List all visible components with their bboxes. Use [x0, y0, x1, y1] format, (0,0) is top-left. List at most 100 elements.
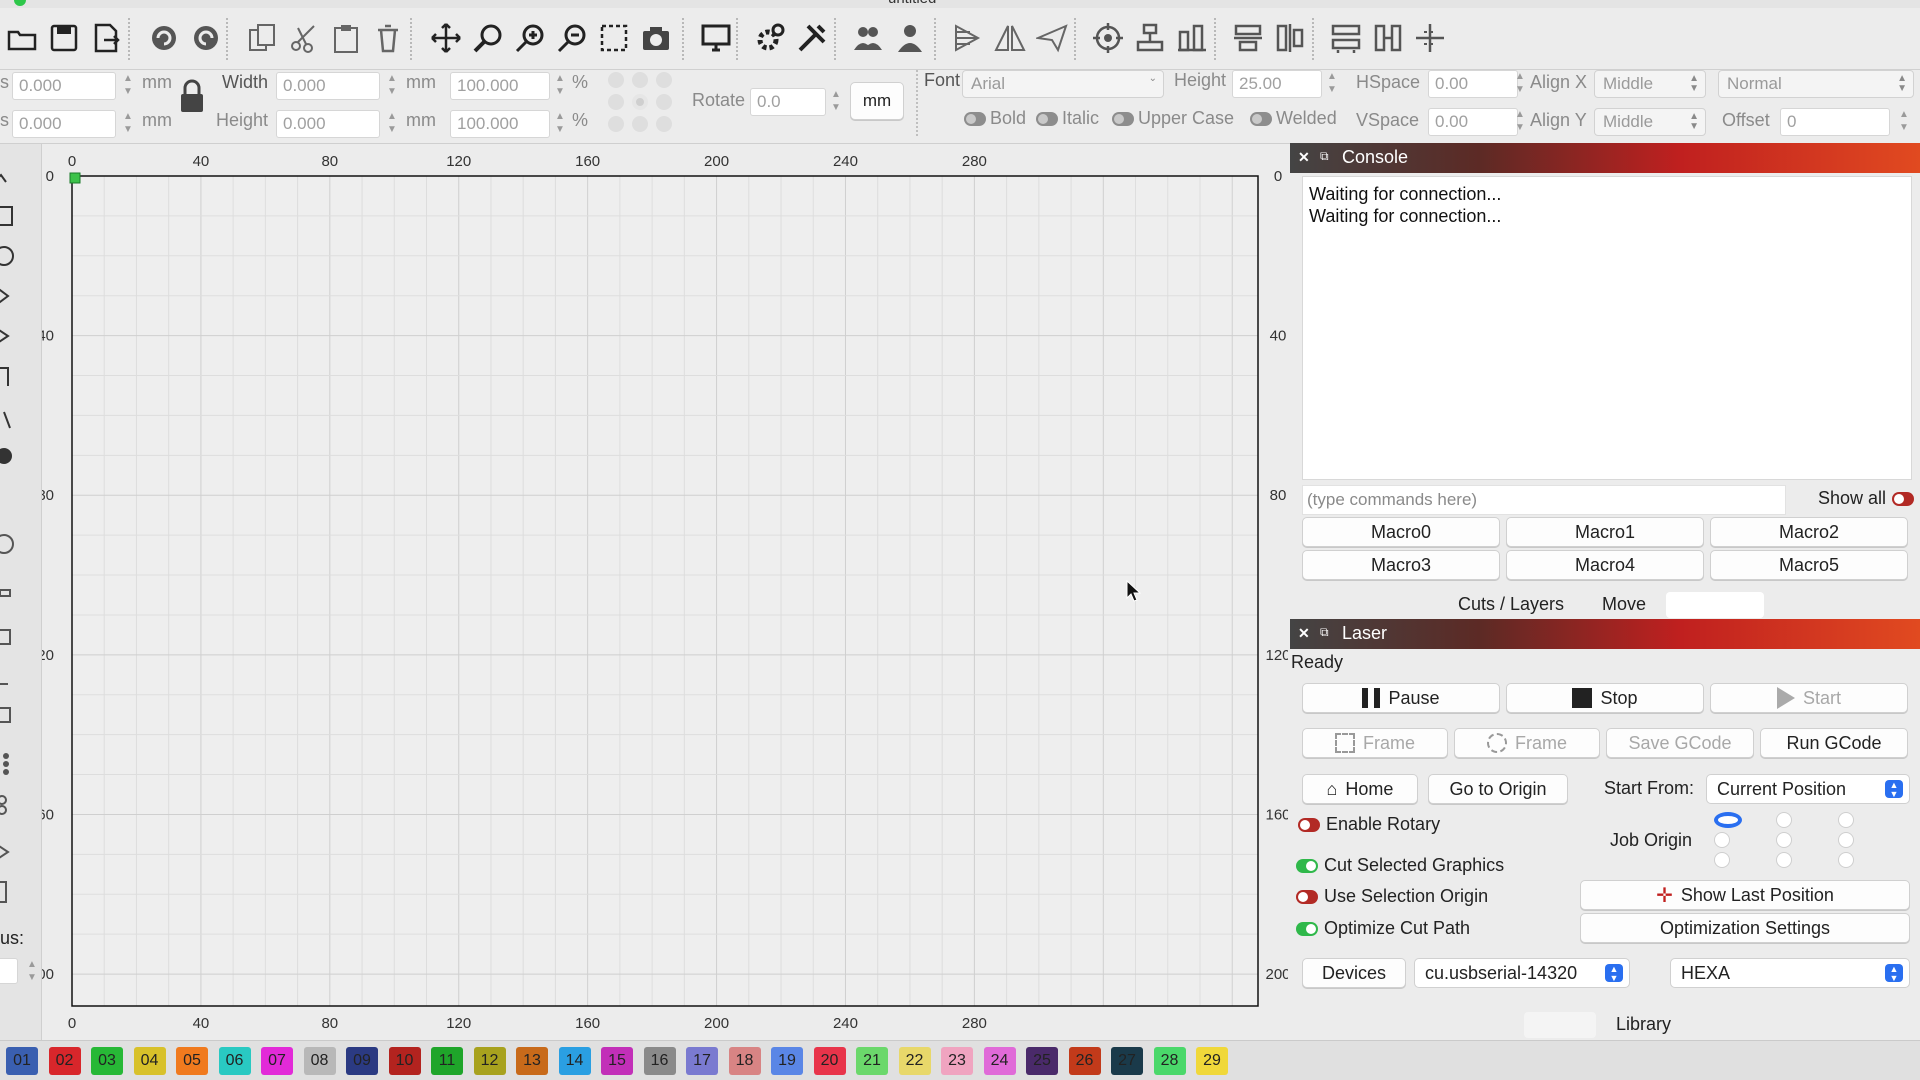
tab-tool-icon[interactable] [0, 792, 16, 816]
show-all-toggle[interactable]: Show all [1818, 488, 1915, 509]
uppercase-toggle[interactable]: Upper Case [1112, 108, 1234, 129]
passes-spinner[interactable]: ▲ ▼ [24, 958, 40, 986]
cut-selected-toggle[interactable]: Cut Selected Graphics [1296, 855, 1504, 876]
start-button[interactable]: Start [1710, 683, 1908, 713]
height-spinner[interactable]: ▲ ▼ [384, 110, 400, 138]
user-icon[interactable] [892, 20, 928, 56]
hspace-input[interactable]: 0.00 [1428, 70, 1518, 98]
move-icon[interactable] [428, 20, 464, 56]
anchor-grid[interactable] [608, 72, 680, 136]
rotate-input[interactable]: 0.0 [750, 88, 826, 116]
layer-color-24[interactable]: 24 [983, 1047, 1016, 1075]
float-icon[interactable]: ⧉ [1320, 149, 1329, 164]
devices-button[interactable]: Devices [1302, 958, 1406, 988]
tab-move[interactable]: Move [1602, 594, 1646, 615]
path-tool-icon[interactable] [0, 324, 16, 348]
units-mm-button[interactable]: mm [850, 82, 904, 120]
layer-color-11[interactable]: 11 [431, 1047, 463, 1075]
circle-outline-icon[interactable] [0, 532, 16, 556]
font-dropdown[interactable]: Arial ⌄ [962, 70, 1164, 98]
undo-icon[interactable] [146, 20, 182, 56]
rectangle-tool-icon[interactable] [0, 204, 16, 228]
bracket-tool-icon[interactable] [0, 880, 16, 904]
macro5-button[interactable]: Macro5 [1710, 550, 1908, 580]
offset-input[interactable]: 0 [1780, 108, 1890, 136]
layer-color-21[interactable]: 21 [856, 1047, 888, 1075]
text-height-input[interactable]: 25.00 [1232, 70, 1322, 98]
layer-color-29[interactable]: 29 [1196, 1047, 1228, 1075]
distribute-v-icon[interactable] [1272, 20, 1308, 56]
vspace-spinner[interactable]: ▲ ▼ [1512, 108, 1528, 136]
send-icon[interactable] [1034, 20, 1070, 56]
layer-color-15[interactable]: 15 [601, 1047, 633, 1075]
layer-color-07[interactable]: 07 [261, 1047, 293, 1075]
go-to-origin-button[interactable]: Go to Origin [1428, 774, 1568, 804]
copy-icon[interactable] [244, 20, 280, 56]
layer-color-27[interactable]: 27 [1111, 1047, 1143, 1075]
scale-height-spinner[interactable]: ▲ ▼ [552, 110, 568, 138]
layer-color-12[interactable]: 12 [473, 1047, 506, 1075]
layer-color-19[interactable]: 19 [771, 1047, 803, 1075]
bold-toggle[interactable]: Bold [964, 108, 1026, 129]
use-selection-origin-toggle[interactable]: Use Selection Origin [1296, 886, 1488, 907]
float-icon[interactable]: ⧉ [1320, 625, 1329, 640]
scale-width-input[interactable]: 100.000 [450, 72, 550, 100]
pause-button[interactable]: Pause [1302, 683, 1500, 713]
italic-toggle[interactable]: Italic [1036, 108, 1099, 129]
welded-toggle[interactable]: Welded [1250, 108, 1337, 129]
scale-height-input[interactable]: 100.000 [450, 110, 550, 138]
ellipse-tool-icon[interactable] [0, 244, 16, 268]
save-icon[interactable] [46, 20, 82, 56]
tab-blank-bottom[interactable] [1524, 1012, 1596, 1038]
layer-color-03[interactable]: 03 [91, 1047, 123, 1075]
monitor-icon[interactable] [698, 20, 734, 56]
open-file-icon[interactable] [4, 20, 40, 56]
tab-blank[interactable] [1666, 592, 1764, 618]
layer-color-02[interactable]: 02 [48, 1047, 81, 1075]
zoom-out-icon[interactable] [554, 20, 590, 56]
text-style-dropdown[interactable]: Normal ▲ ▼ [1718, 70, 1914, 98]
layer-color-13[interactable]: 13 [516, 1047, 548, 1075]
macro4-button[interactable]: Macro4 [1506, 550, 1704, 580]
work-area[interactable] [72, 176, 1258, 1006]
select-frame-icon[interactable] [596, 20, 632, 56]
node-tool-icon[interactable] [0, 444, 16, 468]
job-origin-radio[interactable] [1714, 852, 1730, 868]
layer-color-20[interactable]: 20 [813, 1047, 846, 1075]
align-left-icon[interactable] [950, 20, 986, 56]
layer-color-26[interactable]: 26 [1068, 1047, 1101, 1075]
layer-color-08[interactable]: 08 [303, 1047, 336, 1075]
run-gcode-button[interactable]: Run GCode [1760, 728, 1908, 758]
crosshair-icon[interactable] [1412, 20, 1448, 56]
job-origin-radio[interactable] [1838, 812, 1854, 828]
grid-icon[interactable] [1328, 20, 1364, 56]
macro3-button[interactable]: Macro3 [1302, 550, 1500, 580]
job-origin-radio[interactable] [1776, 832, 1792, 848]
layer-color-01[interactable]: 01 [6, 1047, 38, 1075]
x-pos-input[interactable]: 0.000 [12, 72, 116, 100]
job-origin-radio[interactable] [1714, 832, 1730, 848]
align-bottom-icon[interactable] [1174, 20, 1210, 56]
macro0-button[interactable]: Macro0 [1302, 517, 1500, 547]
scale-width-spinner[interactable]: ▲ ▼ [552, 72, 568, 100]
device-select[interactable]: HEXA ▲ ▼ [1670, 958, 1910, 988]
width-spinner[interactable]: ▲ ▼ [384, 72, 400, 100]
aligny-dropdown[interactable]: Middle ▲ ▼ [1594, 108, 1706, 136]
layer-color-16[interactable]: 16 [643, 1047, 676, 1075]
target-icon[interactable] [1090, 20, 1126, 56]
home-button[interactable]: ⌂ Home [1302, 774, 1418, 804]
optimize-cut-path-toggle[interactable]: Optimize Cut Path [1296, 918, 1470, 939]
layer-color-06[interactable]: 06 [218, 1047, 251, 1075]
bars-icon[interactable] [1370, 20, 1406, 56]
port-select[interactable]: cu.usbserial-14320 ▲ ▼ [1414, 958, 1630, 988]
export-icon[interactable] [88, 20, 124, 56]
users-icon[interactable] [850, 20, 886, 56]
layer-color-04[interactable]: 04 [133, 1047, 166, 1075]
close-icon[interactable]: ✕ [1298, 149, 1310, 166]
width-input[interactable]: 0.000 [276, 72, 380, 100]
select-tool-icon[interactable] [0, 160, 16, 184]
array-tool-icon[interactable] [0, 664, 16, 688]
x-pos-spinner[interactable]: ▲ ▼ [120, 72, 136, 100]
tools-icon[interactable] [794, 20, 830, 56]
workspace-canvas[interactable]: 0 0 40 40 80 80 120 120 160 160 200 200 240 240 280 280… [42, 144, 1288, 1040]
